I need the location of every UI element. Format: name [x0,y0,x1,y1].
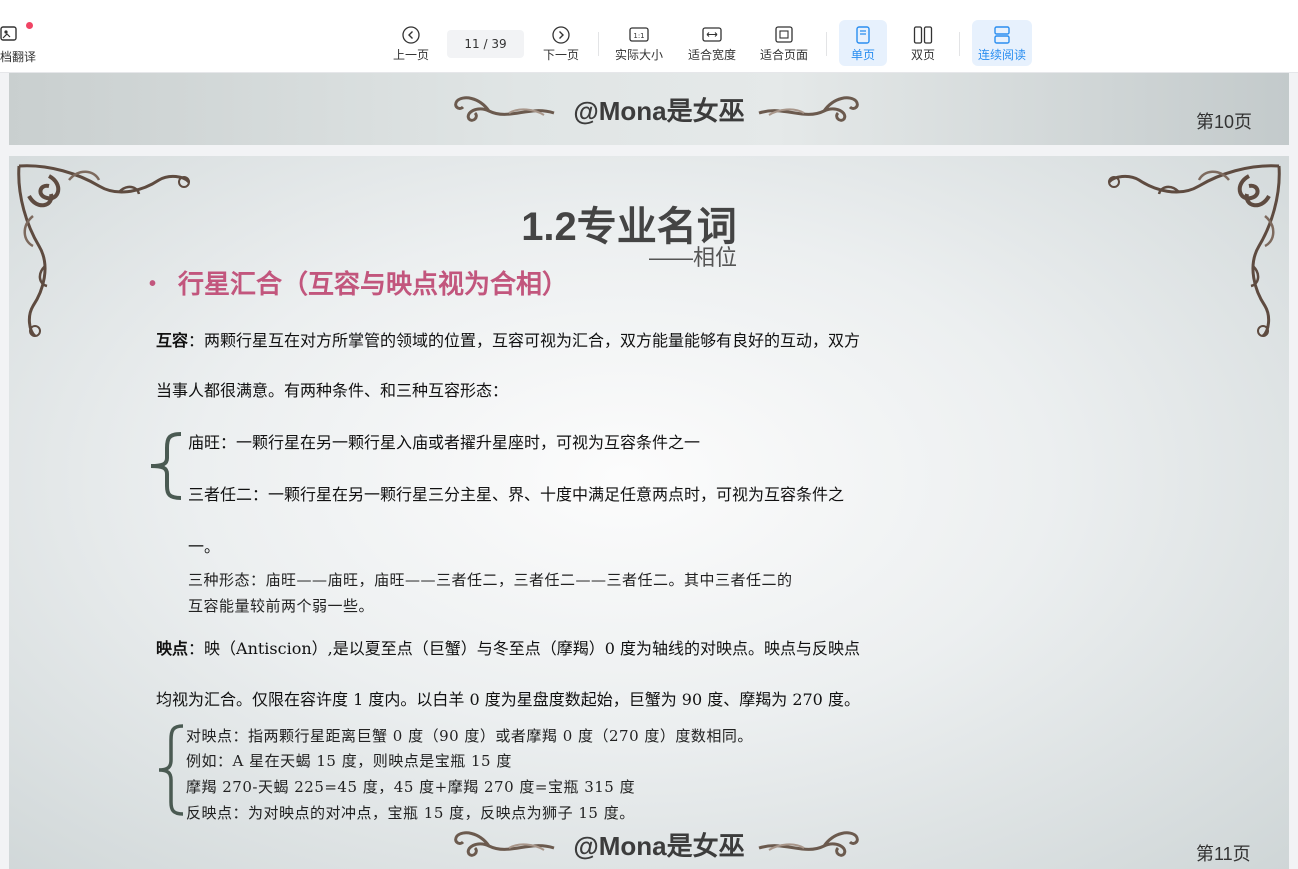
fit-page-icon [775,26,793,43]
section-heading-text: 行星汇合（互容与映点视为合相） [178,269,569,299]
continuous-reading-icon [994,26,1010,44]
antiscion-paragraph: 映点：映（Antiscion）,是以夏至点（巨蟹）与冬至点（摩羯）0 度为轴线的… [156,635,860,659]
next-page-label: 下一页 [542,48,579,62]
single-page-label: 单页 [850,48,875,62]
flourish-right-icon [758,96,859,122]
antiscion-item-4: 反映点：为对映点的对冲点，宝瓶 15 度，反映点为狮子 15 度。 [186,804,635,822]
fit-width-button[interactable]: 适合宽度 [684,20,740,66]
condition-domicile-exaltation: 庙旺：一颗行星在另一颗行星入庙或者擢升星座时，可视为互容条件之一 [188,433,701,452]
condition-two-of-three: 三者任二：一颗行星在另一颗行星三分主星、界、十度中满足任意两点时，可视为互容条件… [188,485,845,504]
translate-icon [0,26,17,41]
three-forms-line-1: 三种形态：庙旺——庙旺，庙旺——三者任二，三者任二——三者任二。其中三者任二的 [188,571,793,589]
chevron-left-icon [402,26,420,44]
fit-width-label: 适合宽度 [687,48,736,62]
continuous-reading-button[interactable]: 连续阅读 [972,20,1032,66]
viewer-toolbar: 档翻译 上一页 11 / 39 下一页 1:1 实际大小 适合宽度 适合页面 单… [0,0,1298,73]
watermark-text: @Mona是女巫 [573,831,745,861]
flourish-left-icon [454,96,555,122]
actual-size-button[interactable]: 1:1 实际大小 [612,20,666,66]
toolbar-divider [826,32,827,56]
translate-label: 档翻译 [0,50,37,64]
page-number: 第11页 [1196,844,1251,864]
prev-page-label: 上一页 [392,48,429,62]
flourish-left-icon [454,831,555,857]
translate-button[interactable]: 档翻译 [0,22,40,66]
three-forms-line-2: 互容能量较前两个弱一些。 [188,597,375,615]
section-heading: • 行星汇合（互容与映点视为合相） [149,264,568,301]
double-page-button[interactable]: 双页 [899,20,947,66]
watermark-banner: @Mona是女巫 [449,822,869,864]
toolbar-divider [598,32,599,56]
corner-ornament-top-right-icon [1107,164,1281,338]
continuous-reading-label: 连续阅读 [977,48,1026,62]
fit-page-label: 适合页面 [759,48,808,62]
double-page-icon [913,26,933,44]
flourish-right-icon [758,831,859,857]
actual-size-icon-text: 1:1 [633,32,644,40]
toolbar-divider [959,32,960,56]
page-subtitle: ——相位 [649,245,738,270]
previous-page: @Mona是女巫 第10页 [9,73,1289,145]
double-page-label: 双页 [910,48,935,62]
mutual-reception-def-2: 当事人都很满意。有两种条件、和三种互容形态： [156,381,509,400]
antiscion-def-1: ：映（Antiscion）,是以夏至点（巨蟹）与冬至点（摩羯）0 度为轴线的对映… [188,639,861,658]
fit-width-icon [702,27,722,42]
page-number-input[interactable]: 11 / 39 [447,30,524,58]
antiscion-item-1: 对映点：指两颗行星距离巨蟹 0 度（90 度）或者摩羯 0 度（270 度）度数… [186,727,753,745]
notification-dot [26,22,33,29]
bullet-icon: • [149,273,157,295]
page-number: 第10页 [1196,112,1253,132]
watermark-banner: @Mona是女巫 [449,87,869,129]
prev-page-button[interactable]: 上一页 [388,20,434,66]
antiscion-def-2: 均视为汇合。仅限在容许度 1 度内。以白羊 0 度为星盘度数起始，巨蟹为 90 … [156,690,860,709]
single-page-button[interactable]: 单页 [839,20,887,66]
term-mutual-reception: 互容 [156,331,189,350]
antiscion-item-3: 摩羯 270-天蝎 225=45 度，45 度+摩羯 270 度=宝瓶 315 … [186,778,636,796]
condition-two-of-three-end: 一。 [188,537,221,556]
chevron-right-icon [552,26,570,44]
next-page-button[interactable]: 下一页 [538,20,584,66]
brace-icon [158,724,184,816]
corner-ornament-top-left-icon [17,164,191,338]
antiscion-item-2: 例如：A 星在天蝎 15 度，则映点是宝瓶 15 度 [186,752,512,770]
actual-size-icon: 1:1 [629,27,649,42]
actual-size-label: 实际大小 [614,48,663,62]
mutual-reception-paragraph: 互容：两颗行星互在对方所掌管的领域的位置，互容可视为汇合，双方能量能够有良好的互… [156,327,860,351]
term-antiscion: 映点 [156,639,189,658]
mutual-reception-def-1: ：两颗行星互在对方所掌管的领域的位置，互容可视为汇合，双方能量能够有良好的互动，… [188,331,861,350]
document-page: 1.2专业名词 ——相位 • 行星汇合（互容与映点视为合相） 互容：两颗行星互在对… [9,156,1289,869]
single-page-icon [856,26,870,44]
fit-page-button[interactable]: 适合页面 [756,20,812,66]
brace-icon [150,432,182,500]
watermark-text: @Mona是女巫 [573,96,745,126]
